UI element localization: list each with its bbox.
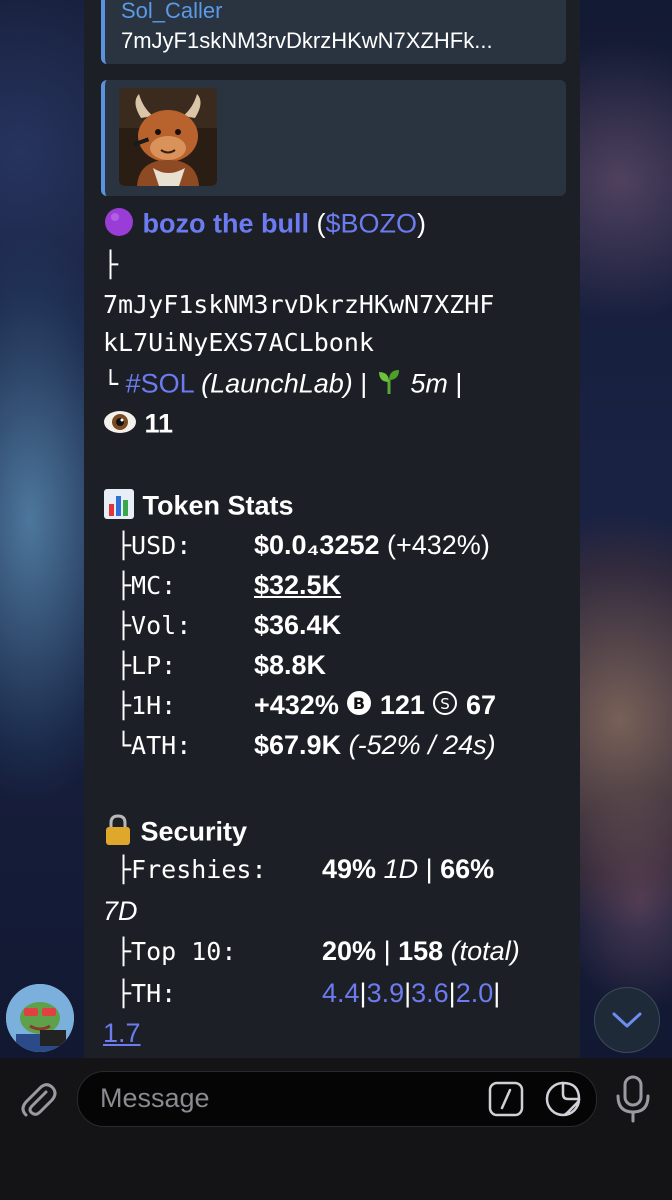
reply-quote[interactable]: Sol_Caller 7mJyF1skNM3rvDkrzHKwN7XZHFk..… — [101, 0, 566, 64]
freshies-7d-unit: 7D — [103, 896, 138, 926]
contract-address-line-2[interactable]: kL7UiNyEXS7ACLbonk — [103, 328, 374, 357]
token-name-link[interactable]: bozo the bull — [143, 209, 309, 239]
message-input[interactable]: Message — [77, 1071, 597, 1127]
views-line: 11 — [103, 408, 173, 443]
age-value: 5m — [410, 368, 448, 399]
stat-row-mc: ├MC: $32.5K — [116, 570, 342, 600]
stat-row-vol: ├Vol: $36.4K — [116, 610, 342, 640]
sender-avatar[interactable] — [6, 984, 74, 1052]
stat-row-ath: └ATH: $67.9K (-52% / 24s) — [116, 730, 496, 760]
tree-branch: ├ — [103, 250, 119, 279]
stat-row-1h: ├1H: +432% B 121 S 67 — [116, 690, 496, 721]
stats-heading: Token Stats — [103, 488, 294, 527]
microphone-icon[interactable] — [612, 1074, 654, 1124]
buys-icon: B — [346, 690, 372, 723]
buys-count: 121 — [379, 690, 425, 720]
bar-chart-icon — [103, 488, 135, 527]
contract-address-line-1[interactable]: 7mJyF1skNM3rvDkrzHKwN7XZHF — [103, 290, 494, 319]
message-placeholder: Message — [100, 1083, 210, 1113]
token-image — [119, 88, 217, 186]
freshies-row: ├Freshies: 49% 1D | 66% — [116, 854, 495, 884]
views-count: 11 — [144, 408, 174, 439]
eye-icon — [103, 408, 137, 443]
seedling-icon — [375, 368, 403, 403]
holder-4-link[interactable]: 2.0 — [456, 978, 494, 1008]
holder-3-link[interactable]: 3.6 — [411, 978, 449, 1008]
stat-row-usd: ├USD: $0.0₄3252 (+432%) — [116, 530, 490, 560]
purple-circle-icon — [103, 206, 135, 245]
holder-1-link[interactable]: 4.4 — [322, 978, 360, 1008]
security-heading: Security — [103, 814, 247, 853]
holder-5-link[interactable]: 1.7 — [103, 1018, 141, 1049]
sells-icon: S — [432, 690, 458, 723]
chain-hashtag[interactable]: #SOL — [126, 369, 194, 399]
token-title: bozo the bull ($BOZO) — [103, 206, 426, 245]
svg-text:S: S — [441, 695, 451, 713]
bot-commands-icon[interactable] — [488, 1081, 524, 1117]
usd-value: $0.0₄3252 — [254, 530, 380, 560]
sells-count: 67 — [465, 690, 496, 720]
top-holders-row: ├TH: 4.4|3.9|3.6|2.0| — [116, 978, 501, 1008]
scroll-down-button[interactable] — [594, 987, 660, 1053]
chevron-down-icon — [612, 1012, 642, 1028]
attach-paperclip-icon[interactable] — [16, 1078, 60, 1122]
lock-icon — [103, 814, 133, 853]
platform-label: (LaunchLab) — [201, 368, 353, 399]
mc-link[interactable]: $32.5K — [254, 570, 341, 601]
holder-2-link[interactable]: 3.9 — [367, 978, 405, 1008]
ticker-link[interactable]: $BOZO — [326, 209, 418, 239]
reply-text: 7mJyF1skNM3rvDkrzHKwN7XZHFk... — [121, 28, 493, 53]
stat-row-lp: ├LP: $8.8K — [116, 650, 327, 680]
chain-line: └ #SOL (LaunchLab) | 5m | — [103, 368, 462, 403]
reply-author: Sol_Caller — [121, 0, 223, 23]
svg-text:B: B — [353, 694, 365, 713]
link-preview[interactable] — [101, 80, 566, 196]
top10-row: ├Top 10: 20% | 158 (total) — [116, 936, 520, 966]
sticker-icon[interactable] — [544, 1080, 582, 1118]
